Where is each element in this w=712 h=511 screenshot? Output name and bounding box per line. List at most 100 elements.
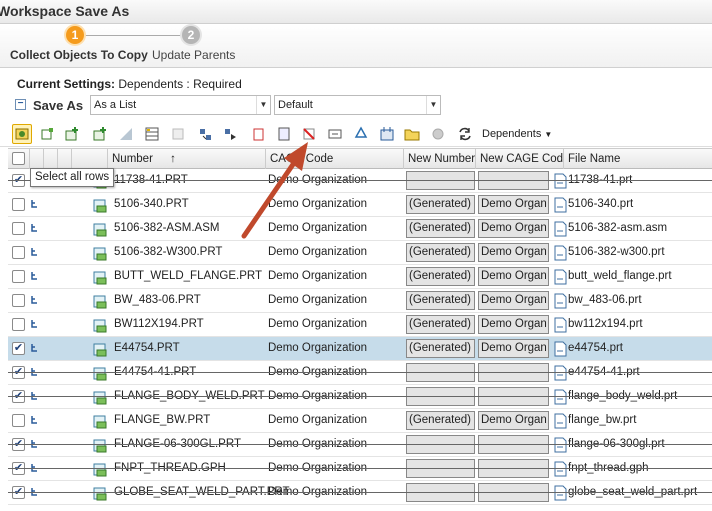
part-icon[interactable] (92, 245, 108, 261)
row-number[interactable]: FLANGE_BODY_WELD.PRT (114, 390, 265, 402)
row-number[interactable]: FNPT_THREAD.GPH (114, 462, 226, 474)
table-view-icon[interactable] (116, 124, 136, 144)
row-number[interactable]: 5106-382-ASM.ASM (114, 222, 219, 234)
rename-icon[interactable] (325, 124, 345, 144)
row-number[interactable]: 5106-340.PRT (114, 198, 189, 210)
layout-icon[interactable] (274, 124, 294, 144)
part-icon[interactable] (92, 341, 108, 357)
row-number[interactable]: GLOBE_SEAT_WELD_PART.PRT (114, 486, 290, 498)
part-icon[interactable] (92, 269, 108, 285)
part-icon[interactable] (92, 317, 108, 333)
row-checkbox[interactable]: ✔ (12, 390, 25, 403)
new-number-field[interactable]: (Generated) (406, 195, 475, 214)
add-parts-icon[interactable] (90, 124, 110, 144)
new-number-field[interactable]: (Generated) (406, 267, 475, 286)
refresh-icon[interactable] (168, 124, 188, 144)
row-checkbox[interactable] (12, 270, 25, 283)
part-icon[interactable] (92, 365, 108, 381)
row-checkbox[interactable] (12, 198, 25, 211)
new-cage-field[interactable]: Demo Organ (478, 195, 549, 214)
part-icon[interactable] (92, 461, 108, 477)
row-checkbox[interactable]: ✔ (12, 366, 25, 379)
row-number[interactable]: 11738-41.PRT (114, 174, 188, 186)
add-objects-icon[interactable] (37, 124, 57, 144)
step-2-icon[interactable]: 2 (182, 26, 200, 44)
part-icon[interactable] (92, 437, 108, 453)
row-checkbox[interactable]: ✔ (12, 438, 25, 451)
move-next-icon[interactable] (220, 124, 240, 144)
collapse-icon[interactable]: − (15, 99, 26, 110)
table-row[interactable]: ✔ E44754-41.PRT Demo Organization e44754-41… (8, 361, 712, 385)
part-icon[interactable] (92, 221, 108, 237)
open-folder-icon[interactable] (402, 124, 422, 144)
new-cage-field[interactable]: Demo Organ (478, 243, 549, 262)
new-cage-field[interactable]: Demo Organ (478, 291, 549, 310)
row-number[interactable]: BW112X194.PRT (114, 318, 204, 330)
collect-all-icon[interactable] (12, 124, 32, 144)
structure-icon[interactable] (377, 124, 397, 144)
row-checkbox[interactable] (12, 222, 25, 235)
column-header-number[interactable]: Number ↑ (108, 149, 266, 169)
row-checkbox[interactable]: ✔ (12, 174, 25, 187)
row-checkbox[interactable] (12, 414, 25, 427)
row-checkbox[interactable] (12, 318, 25, 331)
table-row[interactable]: BW112X194.PRT Demo Organization (Generated… (8, 313, 712, 337)
row-number[interactable]: BUTT_WELD_FLANGE.PRT (114, 270, 262, 282)
new-number-field[interactable]: (Generated) (406, 339, 475, 358)
part-icon[interactable] (92, 197, 108, 213)
table-row[interactable]: ✔ FNPT_THREAD.GPH Demo Organization fnpt_th… (8, 457, 712, 481)
new-cage-field[interactable]: Demo Organ (478, 411, 549, 430)
row-number[interactable]: FLANGE_BW.PRT (114, 414, 210, 426)
step-1-label[interactable]: Collect Objects To Copy (10, 48, 148, 62)
view-select[interactable]: As a List ▼ (90, 95, 271, 115)
table-row[interactable]: 5106-382-ASM.ASM Demo Organization (Genera… (8, 217, 712, 241)
dependents-dropdown[interactable]: Dependents ▼ (482, 128, 552, 140)
column-header-new-cage[interactable]: New CAGE Code (476, 149, 564, 169)
chevron-down-icon[interactable]: ▼ (256, 96, 270, 114)
select-all-header[interactable] (8, 149, 30, 169)
part-icon[interactable] (92, 413, 108, 429)
select-all-checkbox[interactable] (12, 152, 25, 165)
reset-icon[interactable] (455, 124, 475, 144)
recycle-icon[interactable] (351, 124, 371, 144)
table-list-icon[interactable] (142, 124, 162, 144)
table-row[interactable]: BW_483-06.PRT Demo Organization (Generated… (8, 289, 712, 313)
new-number-field[interactable]: (Generated) (406, 291, 475, 310)
new-number-field[interactable]: (Generated) (406, 315, 475, 334)
row-number[interactable]: FLANGE-06-300GL.PRT (114, 438, 241, 450)
new-cage-field[interactable]: Demo Organ (478, 315, 549, 334)
column-header-file-name[interactable]: File Name (564, 149, 712, 169)
new-cage-field[interactable]: Demo Organ (478, 219, 549, 238)
row-number[interactable]: 5106-382-W300.PRT (114, 246, 222, 258)
table-row[interactable]: 5106-382-W300.PRT Demo Organization (Gener… (8, 241, 712, 265)
row-number[interactable]: BW_483-06.PRT (114, 294, 201, 306)
part-icon[interactable] (92, 293, 108, 309)
row-checkbox[interactable] (12, 294, 25, 307)
row-checkbox[interactable] (12, 246, 25, 259)
row-number[interactable]: E44754-41.PRT (114, 366, 196, 378)
row-checkbox[interactable]: ✔ (12, 462, 25, 475)
chevron-down-icon[interactable]: ▼ (426, 96, 440, 114)
table-row[interactable]: FLANGE_BW.PRT Demo Organization (Generated… (8, 409, 712, 433)
step-2-label[interactable]: Update Parents (152, 48, 235, 62)
table-row[interactable]: ✔ FLANGE-06-300GL.PRT Demo Organization fla… (8, 433, 712, 457)
row-checkbox[interactable]: ✔ (12, 342, 25, 355)
settings-icon[interactable] (428, 124, 448, 144)
table-row[interactable]: BUTT_WELD_FLANGE.PRT Demo Organization (Ge… (8, 265, 712, 289)
column-header-new-number[interactable]: New Number (404, 149, 476, 169)
new-number-field[interactable]: (Generated) (406, 243, 475, 262)
table-row[interactable]: 5106-340.PRT Demo Organization (Generated)… (8, 193, 712, 217)
part-icon[interactable] (92, 389, 108, 405)
table-row[interactable]: ✔ GLOBE_SEAT_WELD_PART.PRT Demo Organizati… (8, 481, 712, 505)
row-number[interactable]: E44754.PRT (114, 342, 180, 354)
new-number-field[interactable]: (Generated) (406, 219, 475, 238)
clear-icon[interactable] (248, 124, 268, 144)
remove-icon[interactable] (299, 124, 319, 144)
row-checkbox[interactable]: ✔ (12, 486, 25, 499)
table-row[interactable]: ✔ E44754.PRT Demo Organization (Generated) D… (8, 337, 712, 361)
step-1-icon[interactable]: 1 (66, 26, 84, 44)
new-number-field[interactable]: (Generated) (406, 411, 475, 430)
add-assembly-icon[interactable] (62, 124, 82, 144)
table-row[interactable]: ✔ FLANGE_BODY_WELD.PRT Demo Organization fl… (8, 385, 712, 409)
move-forward-icon[interactable] (195, 124, 215, 144)
